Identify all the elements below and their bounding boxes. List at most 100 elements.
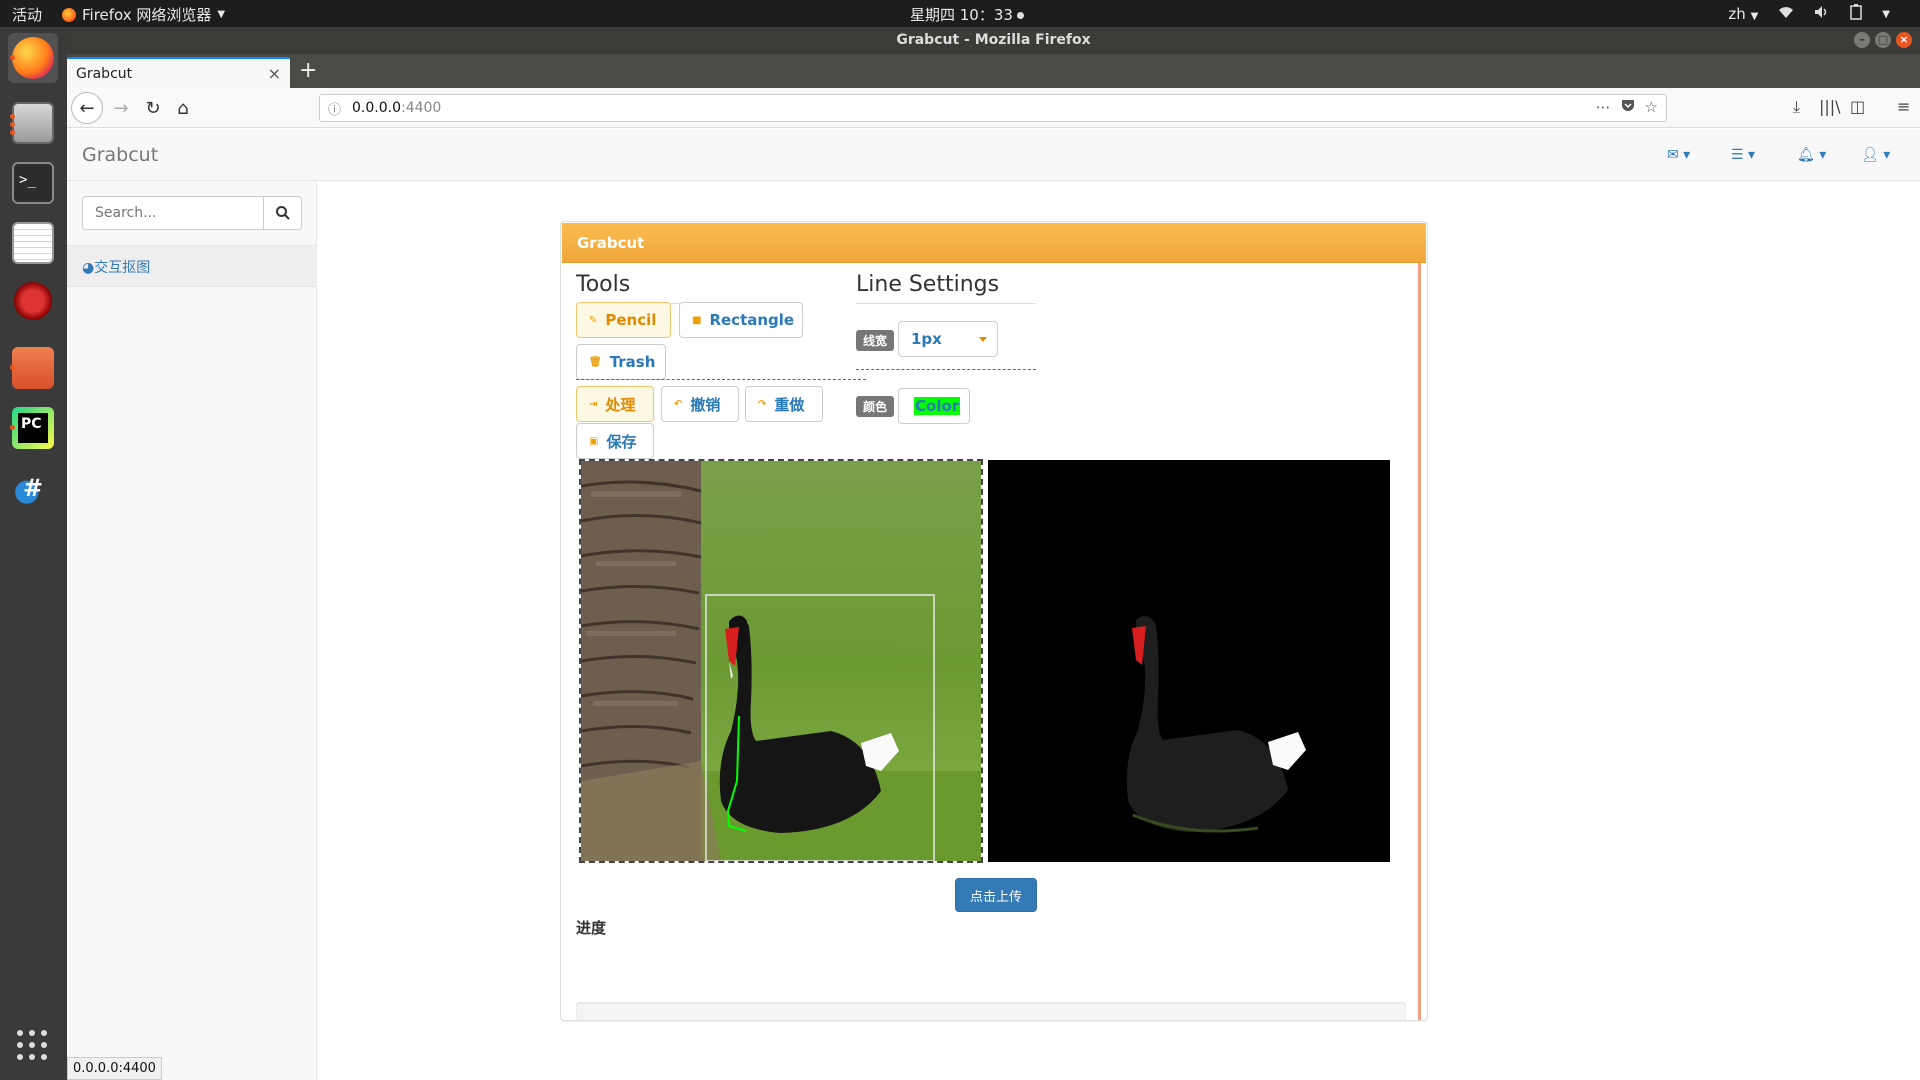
- running-indicator-icon: [10, 365, 15, 370]
- color-picker-button[interactable]: Color: [898, 388, 970, 424]
- dock: >_ PC #: [0, 27, 67, 1080]
- status-bar-url: 0.0.0.0:4400: [67, 1057, 162, 1080]
- dashboard-icon: ◕: [82, 260, 95, 276]
- volume-icon: [1814, 5, 1830, 23]
- hamburger-menu-icon[interactable]: ≡: [1897, 97, 1910, 116]
- folder-icon: [12, 347, 54, 389]
- progress-bar: [576, 1002, 1406, 1020]
- app-menu-label: Firefox 网络浏览器: [82, 6, 212, 24]
- app-icon: [12, 282, 54, 324]
- text-editor-icon: [12, 222, 54, 264]
- new-tab-icon[interactable]: +: [299, 58, 317, 83]
- bell-icon[interactable]: 🔔︎ ▾: [1797, 147, 1826, 163]
- pencil-button[interactable]: ✎ Pencil: [576, 302, 671, 338]
- dock-text-editor[interactable]: [8, 218, 58, 268]
- back-icon[interactable]: ←: [71, 92, 103, 124]
- bookmark-star-icon[interactable]: ☆: [1645, 98, 1658, 116]
- close-tab-icon[interactable]: ×: [268, 64, 281, 83]
- running-indicator-icon: [10, 425, 15, 430]
- undo-button[interactable]: ↶ 撤销: [661, 386, 739, 422]
- terminal-icon: >_: [12, 162, 54, 204]
- grabcut-panel: Grabcut Tools ✎ Pencil ■ Rectangle 🗑︎ Trash…: [560, 221, 1428, 1021]
- language-label: zh: [1728, 5, 1746, 23]
- dock-file-manager[interactable]: [8, 343, 58, 393]
- user-icon[interactable]: 👤︎ ▾: [1861, 147, 1890, 163]
- site-info-icon[interactable]: ⓘ: [328, 99, 341, 118]
- sidebar-icon[interactable]: ◫: [1850, 97, 1865, 116]
- envelope-icon[interactable]: ✉ ▾: [1667, 147, 1690, 163]
- rectangle-label: Rectangle: [709, 311, 795, 329]
- language-indicator[interactable]: zh ▼: [1728, 5, 1758, 23]
- undo-label: 撤销: [690, 395, 721, 414]
- tab-grabcut[interactable]: Grabcut ×: [67, 57, 290, 88]
- sidebar-item-interactive-matting[interactable]: ◕交互抠图: [67, 245, 317, 287]
- result-image-canvas: [988, 460, 1390, 862]
- home-icon[interactable]: ⌂: [169, 94, 197, 122]
- chevron-down-icon: ▼: [217, 9, 226, 20]
- line-width-label: 线宽: [856, 330, 895, 351]
- url-text: 0.0.0.0:4400: [352, 100, 442, 116]
- sidebar-item-label: 交互抠图: [94, 260, 151, 276]
- dock-files[interactable]: [8, 98, 58, 148]
- app-menu[interactable]: Firefox 网络浏览器 ▼: [62, 4, 225, 25]
- color-label: 颜色: [856, 396, 895, 417]
- rectangle-button[interactable]: ■ Rectangle: [679, 302, 803, 338]
- swan-source-image: [581, 461, 981, 861]
- page-navbar: Grabcut ✉ ▾ ☰ ▾ 🔔︎ ▾ 👤︎ ▾: [67, 129, 1920, 181]
- forward-icon[interactable]: →: [107, 94, 135, 122]
- minimize-icon[interactable]: –: [1854, 32, 1870, 48]
- url-bar[interactable]: ⓘ 0.0.0.0:4400 ⋯ ☆: [319, 94, 1667, 122]
- pycharm-icon: PC: [12, 407, 54, 449]
- file-cabinet-icon: [12, 102, 54, 144]
- tasks-icon[interactable]: ☰ ▾: [1731, 147, 1755, 163]
- power-icon: ▼: [1882, 8, 1890, 20]
- panel-scrollbar[interactable]: [1418, 263, 1421, 1020]
- upload-button[interactable]: 点击上传: [955, 878, 1037, 912]
- trash-label: Trash: [609, 353, 656, 371]
- page-actions-icon[interactable]: ⋯: [1596, 98, 1611, 116]
- line-width-value: 1px: [911, 330, 942, 348]
- running-indicator-icon: [10, 130, 15, 135]
- line-width-select[interactable]: 1px: [898, 321, 998, 357]
- navigation-toolbar: ← → ↻ ⌂ ⓘ 0.0.0.0:4400 ⋯ ☆ ⤓ |||\ ◫ ≡: [67, 88, 1920, 128]
- sidebar-search: [82, 196, 302, 230]
- search-input[interactable]: [82, 196, 264, 230]
- panel-heading: Grabcut: [562, 223, 1426, 263]
- system-tray[interactable]: zh ▼ ▼: [1728, 4, 1890, 24]
- clock[interactable]: 星期四 10：33: [910, 4, 1024, 25]
- search-button[interactable]: [263, 196, 302, 230]
- process-button[interactable]: ⇥ 处理: [576, 386, 654, 422]
- dock-app-red[interactable]: [8, 278, 58, 328]
- library-icon[interactable]: |||\: [1819, 97, 1841, 116]
- brand-link[interactable]: Grabcut: [82, 144, 158, 166]
- web-page: Grabcut ✉ ▾ ☰ ▾ 🔔︎ ▾ 👤︎ ▾ ◕交互抠图 Grabcut …: [67, 129, 1920, 1080]
- progress-label: 进度: [576, 919, 607, 937]
- square-icon: ■: [692, 314, 702, 326]
- dock-firefox[interactable]: [8, 33, 58, 83]
- reload-icon[interactable]: ↻: [139, 94, 167, 122]
- running-indicator-icon: [10, 114, 15, 119]
- battery-icon: [1850, 4, 1863, 24]
- wifi-icon: [1778, 5, 1794, 23]
- downloads-icon[interactable]: ⤓: [1793, 97, 1800, 117]
- activities-button[interactable]: 活动: [12, 4, 42, 25]
- running-indicator-icon: [10, 55, 15, 60]
- save-label: 保存: [606, 432, 637, 451]
- chevron-down-icon: [979, 337, 987, 342]
- show-apps-icon[interactable]: [17, 1030, 47, 1060]
- process-icon: ⇥: [589, 398, 598, 410]
- dock-terminal[interactable]: >_: [8, 158, 58, 208]
- redo-button[interactable]: ↷ 重做: [745, 386, 823, 422]
- tools-title: Tools: [576, 272, 796, 304]
- dock-app-owl[interactable]: #: [8, 463, 58, 513]
- trash-button[interactable]: 🗑︎ Trash: [576, 344, 666, 380]
- trash-icon: 🗑︎: [589, 356, 602, 368]
- pocket-icon[interactable]: [1621, 98, 1635, 116]
- save-button[interactable]: ▣ 保存: [576, 423, 654, 459]
- firefox-icon: [62, 7, 76, 22]
- close-window-icon[interactable]: ×: [1896, 32, 1912, 48]
- maximize-icon[interactable]: □: [1875, 32, 1891, 48]
- dock-pycharm[interactable]: PC: [8, 403, 58, 453]
- redo-label: 重做: [774, 395, 805, 414]
- source-image-canvas[interactable]: [579, 459, 983, 863]
